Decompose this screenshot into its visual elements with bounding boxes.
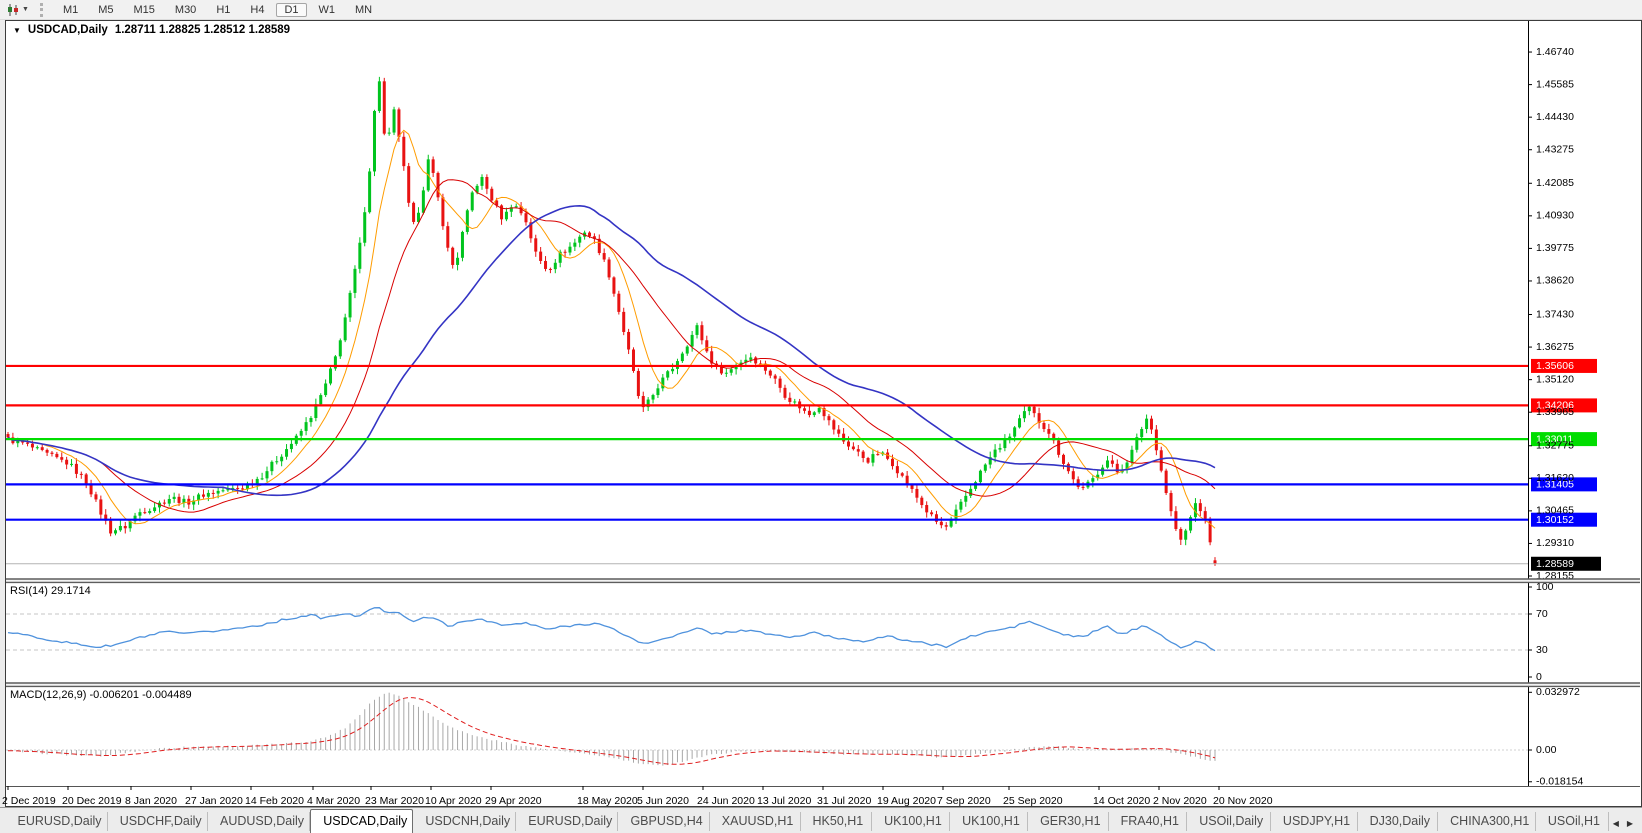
- svg-text:29 Apr 2020: 29 Apr 2020: [485, 795, 542, 807]
- svg-text:7 Sep 2020: 7 Sep 2020: [937, 795, 991, 807]
- rsi-indicator-label: RSI(14) 29.1714: [10, 585, 91, 597]
- toolbar-grip[interactable]: [39, 2, 43, 17]
- svg-text:27 Jan 2020: 27 Jan 2020: [185, 795, 243, 807]
- svg-text:10 Apr 2020: 10 Apr 2020: [425, 795, 482, 807]
- svg-text:0: 0: [1536, 671, 1542, 683]
- symbol-tab-eurusd-daily[interactable]: EURUSD,Daily: [516, 812, 619, 831]
- symbol-tab-eurusd-daily[interactable]: EURUSD,Daily: [6, 812, 108, 831]
- symbol-tab-usdjpy-h1[interactable]: USDJPY,H1: [1271, 812, 1358, 831]
- timeframe-button-h4[interactable]: H4: [242, 3, 272, 17]
- symbol-tab-uk100-h1[interactable]: UK100,H1: [872, 812, 951, 831]
- svg-text:2 Nov 2020: 2 Nov 2020: [1153, 795, 1207, 807]
- timeframe-button-m15[interactable]: M15: [126, 3, 163, 17]
- svg-text:1.46740: 1.46740: [1536, 46, 1574, 58]
- chart-title-ohlc: 1.28711 1.28825 1.28512 1.28589: [114, 24, 291, 36]
- svg-text:31 Jul 2020: 31 Jul 2020: [817, 795, 871, 807]
- svg-text:1.40930: 1.40930: [1536, 210, 1574, 222]
- svg-text:1.45585: 1.45585: [1536, 78, 1574, 90]
- timeframe-button-d1[interactable]: D1: [276, 2, 307, 17]
- symbol-tab-usoil-h1[interactable]: USOil,H1: [1536, 812, 1609, 831]
- svg-text:23 Mar 2020: 23 Mar 2020: [365, 795, 424, 807]
- timeframe-button-m1[interactable]: M1: [55, 3, 86, 17]
- chevron-down-icon: ▼: [22, 6, 29, 13]
- symbol-tab-usdcnh-daily[interactable]: USDCNH,Daily: [413, 812, 517, 831]
- timeframe-button-m5[interactable]: M5: [90, 3, 121, 17]
- svg-text:1.37430: 1.37430: [1536, 308, 1574, 320]
- timeframe-button-m30[interactable]: M30: [167, 3, 204, 17]
- svg-text:25 Sep 2020: 25 Sep 2020: [1003, 795, 1063, 807]
- svg-text:1.35120: 1.35120: [1536, 373, 1574, 385]
- chart-title: ▼ USDCAD,Daily 1.28711 1.28825 1.28512 1.2…: [13, 24, 290, 36]
- svg-text:4 Mar 2020: 4 Mar 2020: [307, 795, 360, 807]
- chart-style-icon[interactable]: ▼: [3, 2, 32, 18]
- timeframe-button-h1[interactable]: H1: [208, 3, 238, 17]
- svg-text:5 Jun 2020: 5 Jun 2020: [637, 795, 689, 807]
- svg-text:20 Dec 2019: 20 Dec 2019: [62, 795, 122, 807]
- symbol-tab-ger30-h1[interactable]: GER30,H1: [1028, 812, 1109, 831]
- svg-text:1.30465: 1.30465: [1536, 505, 1574, 517]
- svg-text:1.42085: 1.42085: [1536, 177, 1574, 189]
- symbol-tab-bar: EURUSD,Daily USDCHF,Daily AUDUSD,Daily USDC…: [0, 807, 1642, 833]
- svg-text:1.43275: 1.43275: [1536, 144, 1574, 156]
- svg-text:18 May 2020: 18 May 2020: [577, 795, 638, 807]
- svg-text:1.28589: 1.28589: [1536, 558, 1574, 570]
- symbol-tab-gbpusd-h4[interactable]: GBPUSD,H4: [618, 812, 710, 831]
- symbol-tab-dj30-daily[interactable]: DJ30,Daily: [1358, 812, 1439, 831]
- svg-text:-0.018154: -0.018154: [1536, 776, 1583, 788]
- svg-text:1.31620: 1.31620: [1536, 472, 1574, 484]
- svg-text:1.39775: 1.39775: [1536, 242, 1574, 254]
- svg-text:70: 70: [1536, 608, 1548, 620]
- symbol-tab-uk100-h1[interactable]: UK100,H1: [950, 812, 1029, 831]
- svg-text:8 Jan 2020: 8 Jan 2020: [125, 795, 177, 807]
- symbol-tab-china300-h1[interactable]: CHINA300,H1: [1438, 812, 1536, 831]
- tab-scroll-arrows: ◀ ▶: [1609, 819, 1642, 833]
- macd-indicator-label: MACD(12,26,9) -0.006201 -0.004489: [10, 689, 192, 701]
- svg-text:1.35606: 1.35606: [1536, 360, 1574, 372]
- symbol-tab-fra40-h1[interactable]: FRA40,H1: [1109, 812, 1188, 831]
- svg-text:1.36275: 1.36275: [1536, 341, 1574, 353]
- symbol-tab-audusd-daily[interactable]: AUDUSD,Daily: [208, 812, 311, 831]
- svg-text:0.00: 0.00: [1536, 744, 1557, 756]
- svg-text:1.33965: 1.33965: [1536, 406, 1574, 418]
- svg-text:14 Feb 2020: 14 Feb 2020: [245, 795, 304, 807]
- timeframe-toolbar: ▼ M1 M5 M15 M30 H1 H4 D1 W1 MN: [0, 0, 1642, 20]
- tab-scroll-left-icon[interactable]: ◀: [1613, 819, 1619, 828]
- svg-text:0.032972: 0.032972: [1536, 686, 1580, 698]
- svg-text:1.44430: 1.44430: [1536, 111, 1574, 123]
- symbol-dropdown-icon[interactable]: ▼: [13, 26, 21, 35]
- svg-text:2 Dec 2019: 2 Dec 2019: [2, 795, 56, 807]
- symbol-tab-usdcad-daily[interactable]: USDCAD,Daily: [310, 809, 414, 833]
- mt4-workspace: ▼ M1 M5 M15 M30 H1 H4 D1 W1 MN ▼ USDCAD,Daily 1.28…: [0, 0, 1642, 833]
- symbol-tab-usdchf-daily[interactable]: USDCHF,Daily: [108, 812, 208, 831]
- symbol-tab-xauusd-h1[interactable]: XAUUSD,H1: [710, 812, 801, 831]
- chart-title-symbol: USDCAD,Daily: [27, 24, 108, 36]
- svg-text:13 Jul 2020: 13 Jul 2020: [757, 795, 811, 807]
- svg-text:100: 100: [1536, 581, 1554, 593]
- svg-text:14 Oct 2020: 14 Oct 2020: [1093, 795, 1150, 807]
- svg-text:19 Aug 2020: 19 Aug 2020: [877, 795, 936, 807]
- chart-canvas[interactable]: 1.356061.342061.330111.314051.301521.285…: [0, 0, 1642, 807]
- svg-text:1.29310: 1.29310: [1536, 537, 1574, 549]
- timeframe-button-w1[interactable]: W1: [311, 3, 344, 17]
- svg-text:24 Jun 2020: 24 Jun 2020: [697, 795, 755, 807]
- timeframe-buttons: M1 M5 M15 M30 H1 H4 D1 W1 MN: [53, 2, 382, 17]
- timeframe-button-mn[interactable]: MN: [347, 3, 380, 17]
- svg-text:30: 30: [1536, 644, 1548, 656]
- svg-text:1.32775: 1.32775: [1536, 440, 1574, 452]
- svg-text:1.38620: 1.38620: [1536, 275, 1574, 287]
- svg-text:20 Nov 2020: 20 Nov 2020: [1213, 795, 1273, 807]
- symbol-tab-usoil-daily[interactable]: USOil,Daily: [1187, 812, 1271, 831]
- tab-scroll-right-icon[interactable]: ▶: [1627, 819, 1633, 828]
- symbol-tab-hk50-h1[interactable]: HK50,H1: [801, 812, 873, 831]
